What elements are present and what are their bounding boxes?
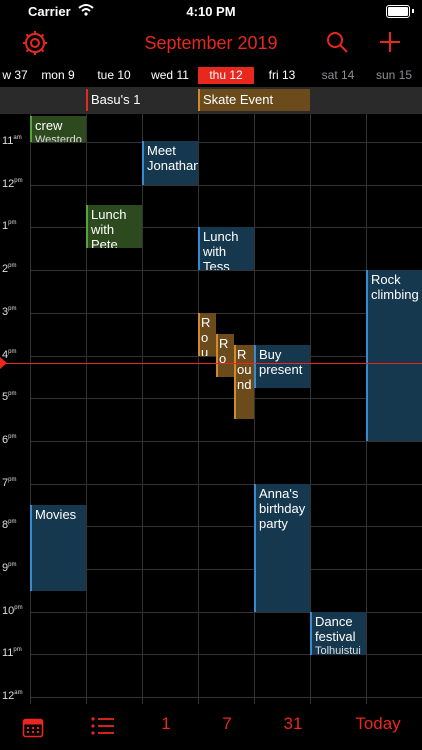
event-rock-climbing[interactable]: Rock climbing [366,270,422,441]
hour-label: 10pm [2,604,23,617]
hour-label: 12am [2,690,23,703]
event-title: Rock climbing [371,272,419,302]
event-movies[interactable]: Movies [30,505,86,591]
month-view-button[interactable]: 31 [280,714,306,734]
all-day-row: Basu's 1 Skate Event [0,87,422,114]
event-round-1[interactable]: Rou [198,313,216,356]
hour-label: 7pm [2,476,17,489]
day-header-mon[interactable]: mon 9 [30,67,86,84]
status-time: 4:10 PM [186,4,236,19]
event-title: Buy present [259,347,303,377]
event-meet-jonathan[interactable]: Meet Jonathan [142,141,198,185]
hour-gridline [30,184,422,186]
day-header-row: w 37 mon 9 tue 10 wed 11 thu 12 fri 13 s… [0,64,422,86]
event-title: Round [237,347,252,392]
event-location: Tolhuistui [315,645,361,655]
hour-gridline [30,697,422,699]
event-title: Anna's birthday party [259,486,306,531]
hour-gridline [30,569,422,570]
event-round-2[interactable]: Ro [216,334,234,377]
event-title: Rou [201,315,211,356]
calendar-icon[interactable] [22,716,44,738]
day-header-sat[interactable]: sat 14 [310,67,366,84]
event-title: Lunch with Tess [203,229,239,270]
battery-icon [386,5,410,18]
search-icon[interactable] [325,30,349,54]
event-crew[interactable]: crew Westerdo [30,116,86,142]
today-button[interactable]: Today [352,714,404,734]
event-lunch-pete[interactable]: Lunch with Pete [86,205,142,248]
hour-label: 2pm [2,263,17,276]
day-divider [30,114,31,704]
day-header-fri[interactable]: fri 13 [254,67,310,84]
event-title: Meet Jonathan [147,143,198,173]
event-title: Dance festival [315,614,356,644]
event-dance-festival[interactable]: Dance festival Tolhuistui [310,612,366,655]
event-lunch-tess[interactable]: Lunch with Tess [198,227,254,270]
status-bar: Carrier 4:10 PM [0,0,422,24]
hour-label: 6pm [2,433,17,446]
hour-label: 5pm [2,391,17,404]
list-icon[interactable] [91,716,115,736]
current-time-line [5,363,422,364]
day-header-wed[interactable]: wed 11 [142,67,198,84]
hour-gridline [30,440,422,442]
day-header-sun[interactable]: sun 15 [366,67,422,84]
hour-gridline [30,312,422,314]
event-title: Ro [219,336,229,366]
event-annas-birthday[interactable]: Anna's birthday party [254,484,310,612]
event-buy-present[interactable]: Buy present [254,345,310,388]
bottom-toolbar: 1 7 31 Today [0,704,422,750]
hour-gridline [30,142,422,143]
hour-label: 1pm [2,220,17,233]
day-divider [86,114,87,704]
hour-label: 11am [2,135,22,147]
day-header-thu-today[interactable]: thu 12 [198,67,254,84]
week-number: w 37 [2,68,28,82]
week-view-button[interactable]: 7 [216,714,238,734]
day-divider [254,114,255,704]
event-title: Movies [35,507,77,522]
all-day-event[interactable]: Skate Event [198,89,310,111]
hour-label: 12pm [2,177,23,190]
day-divider [198,114,199,704]
day-header-tue[interactable]: tue 10 [86,67,142,84]
nav-bar: September 2019 [0,24,422,64]
day-view-button[interactable]: 1 [155,714,177,734]
event-title: Lunch with Pete [91,207,127,248]
event-title: crew [35,118,63,133]
month-title[interactable]: September 2019 [0,33,422,54]
hour-label: 8pm [2,519,17,532]
week-time-grid[interactable]: 11am 12pm 1pm 2pm 3pm 4pm 5pm 6pm 7pm 8pm 9pm 10pm 1… [0,114,422,704]
hour-gridline [30,270,422,272]
hour-gridline [30,483,422,485]
all-day-event[interactable]: Basu's 1 [86,89,142,111]
day-divider [142,114,143,704]
hour-label: 3pm [2,305,17,318]
add-event-icon[interactable] [378,30,402,54]
hour-label: 11pm [2,647,22,660]
hour-gridline [30,398,422,400]
event-round-3[interactable]: Round [234,345,254,419]
battery-tip [412,9,414,13]
event-location: Westerdo [35,134,82,142]
hour-gridline [30,526,422,528]
hour-label: 9pm [2,562,17,574]
